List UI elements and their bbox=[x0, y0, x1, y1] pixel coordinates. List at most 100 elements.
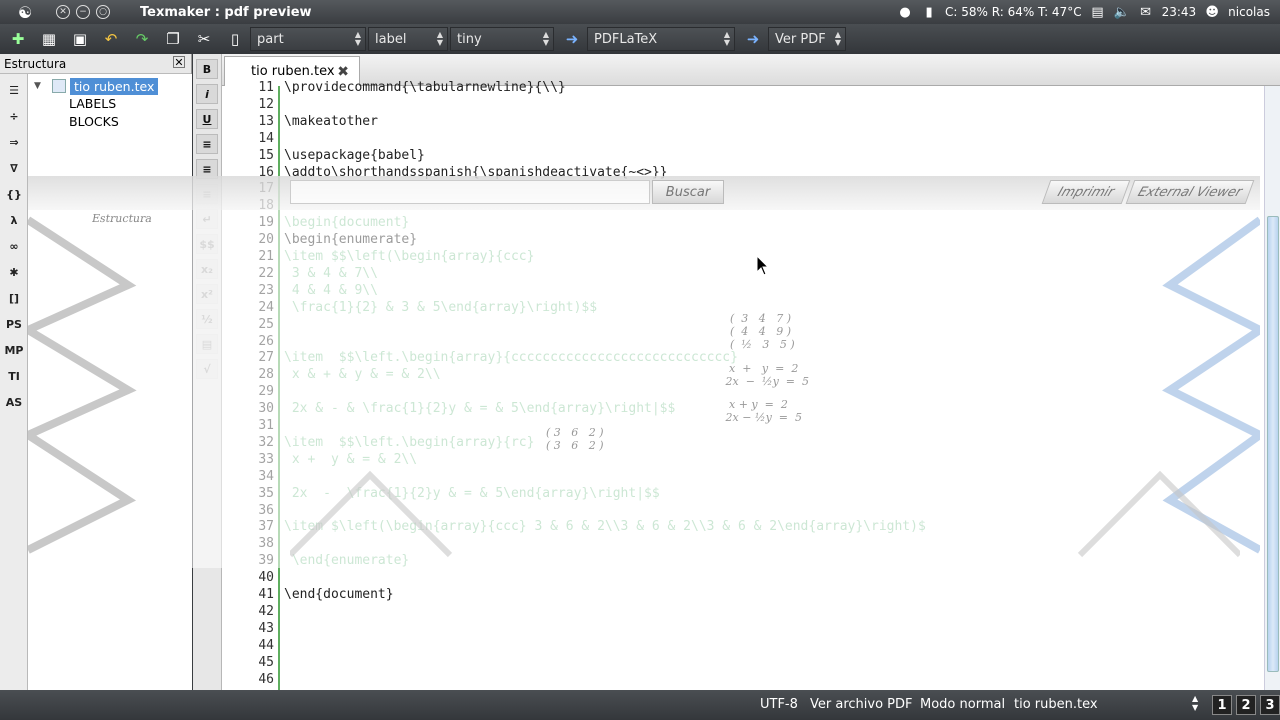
line-number: 46 bbox=[258, 671, 274, 687]
run-arrow-icon[interactable]: ➜ bbox=[559, 27, 585, 51]
code-line[interactable]: x + y & = & 2\\ bbox=[284, 452, 417, 467]
code-line[interactable]: \frac{1}{2} & 3 & 5\end{array}\right)$$ bbox=[284, 300, 597, 315]
code-line[interactable]: \providecommand{\tabularnewline}{\\} bbox=[284, 80, 566, 95]
tree-item-blocks[interactable]: BLOCKS bbox=[28, 113, 192, 131]
vertical-scrollbar[interactable] bbox=[1264, 86, 1280, 690]
current-file-status[interactable]: tio ruben.tex bbox=[1014, 697, 1098, 712]
new-file-icon[interactable]: ✚ bbox=[5, 27, 31, 51]
view-arrow-icon[interactable]: ➜ bbox=[740, 27, 766, 51]
paste-icon[interactable]: ▯ bbox=[222, 27, 248, 51]
undo-icon[interactable]: ↶ bbox=[98, 27, 124, 51]
external-viewer-ghost-button: External Viewer bbox=[1125, 180, 1255, 204]
compiler-select[interactable]: PDFLaTeX ▲ ▼ bbox=[587, 27, 735, 51]
battery-icon[interactable]: ▮ bbox=[921, 4, 937, 20]
view-2-button[interactable]: 2 bbox=[1236, 695, 1256, 715]
inline-math-icon[interactable]: $$ bbox=[196, 234, 218, 254]
view-1-button[interactable]: 1 bbox=[1212, 695, 1232, 715]
viewer-select[interactable]: Ver PDF ▲ ▼ bbox=[768, 27, 846, 51]
code-line[interactable]: \item $$\left.\begin{array}{rc} bbox=[284, 435, 534, 450]
search-ghost-button: Buscar bbox=[652, 180, 724, 204]
line-number: 14 bbox=[258, 130, 274, 146]
misc-symbols-icon[interactable]: ∇ bbox=[4, 158, 24, 178]
code-line[interactable]: \begin{enumerate} bbox=[284, 232, 417, 247]
view-3-button[interactable]: 3 bbox=[1260, 695, 1280, 715]
line-number: 12 bbox=[258, 96, 274, 112]
arrow-symbols-icon[interactable]: ⇒ bbox=[4, 132, 24, 152]
tree-root-item[interactable]: ▼ tio ruben.tex bbox=[28, 77, 192, 95]
size-select[interactable]: tiny ▲ ▼ bbox=[450, 27, 554, 51]
greek-letters-icon[interactable]: λ bbox=[4, 210, 24, 230]
line-number: 41 bbox=[258, 587, 274, 602]
close-panel-icon[interactable]: ✕ bbox=[173, 56, 185, 68]
pdf-system-preview-1: x + y = 2 2x − ½y = 5 bbox=[725, 362, 809, 388]
tree-item-labels[interactable]: LABELS bbox=[28, 95, 192, 113]
user-icon[interactable]: ☻ bbox=[1204, 4, 1220, 20]
metapost-icon[interactable]: MP bbox=[4, 340, 24, 360]
code-line[interactable]: 4 & 4 & 9\\ bbox=[284, 283, 378, 298]
network-icon[interactable]: ● bbox=[897, 4, 913, 20]
sectioning-select[interactable]: part ▲ ▼ bbox=[250, 27, 366, 51]
line-number: 30 bbox=[258, 401, 274, 417]
left-right-delims-icon[interactable]: [] bbox=[4, 288, 24, 308]
references-select[interactable]: label ▲ ▼ bbox=[368, 27, 448, 51]
format-toolbar: B i U ≡ ≡ ≡ ↵ $$ x₂ x² ½ ▤ √ bbox=[193, 54, 222, 690]
maximize-window-icon[interactable]: ○ bbox=[96, 5, 110, 19]
newline-icon[interactable]: ↵ bbox=[196, 209, 218, 229]
superscript-icon[interactable]: x² bbox=[196, 284, 218, 304]
clipboard-icon[interactable]: ▤ bbox=[1090, 4, 1106, 20]
scrollbar-thumb[interactable] bbox=[1267, 216, 1279, 672]
code-line[interactable]: 3 & 4 & 7\\ bbox=[284, 266, 378, 281]
code-line[interactable]: x & + & y & = & 2\\ bbox=[284, 367, 441, 382]
star-symbols-icon[interactable]: ✱ bbox=[4, 262, 24, 282]
code-line[interactable]: \begin{document} bbox=[284, 215, 409, 230]
minimize-window-icon[interactable]: − bbox=[76, 5, 90, 19]
code-line[interactable]: \item $\left(\begin{array}{ccc} 3 & 6 & … bbox=[284, 519, 926, 534]
user-name[interactable]: nicolas bbox=[1228, 5, 1270, 19]
open-file-icon[interactable]: ▦ bbox=[36, 27, 62, 51]
sqrt-icon[interactable]: √ bbox=[196, 359, 218, 379]
asymptote-icon[interactable]: AS bbox=[4, 392, 24, 412]
view-pdf-status[interactable]: Ver archivo PDF bbox=[810, 697, 913, 712]
pdf-search-ghost-input bbox=[290, 180, 650, 204]
special-symbols-icon[interactable]: ∞ bbox=[4, 236, 24, 256]
fraction-icon[interactable]: ½ bbox=[196, 309, 218, 329]
relation-symbols-icon[interactable]: ÷ bbox=[4, 106, 24, 126]
delimiters-icon[interactable]: {} bbox=[4, 184, 24, 204]
line-number: 29 bbox=[258, 384, 274, 400]
save-icon[interactable]: ▣ bbox=[67, 27, 93, 51]
code-line[interactable]: \makeatother bbox=[284, 114, 378, 129]
tikz-icon[interactable]: TI bbox=[4, 366, 24, 386]
redo-icon[interactable]: ↷ bbox=[129, 27, 155, 51]
pstricks-icon[interactable]: PS bbox=[4, 314, 24, 334]
code-line[interactable]: \end{document} bbox=[284, 587, 394, 602]
size-select-value: tiny bbox=[457, 31, 482, 47]
close-tab-icon[interactable]: ✖ bbox=[337, 64, 349, 80]
copy-icon[interactable]: ❐ bbox=[160, 27, 186, 51]
pdf-matrix-preview-2: ( 3 6 2 ) ( 3 6 2 ) bbox=[546, 426, 604, 452]
code-line[interactable]: \item $$\left.\begin{array}{cccccccccccc… bbox=[284, 350, 738, 365]
mail-icon[interactable]: ✉ bbox=[1138, 4, 1154, 20]
subscript-icon[interactable]: x₂ bbox=[196, 259, 218, 279]
display-math-icon[interactable]: ▤ bbox=[196, 334, 218, 354]
code-line[interactable]: \end{enumerate} bbox=[284, 553, 409, 568]
bold-icon[interactable]: B bbox=[196, 59, 218, 79]
close-window-icon[interactable]: ✕ bbox=[56, 5, 70, 19]
underline-icon[interactable]: U bbox=[196, 109, 218, 129]
code-line[interactable]: 2x - \frac{1}{2}y & = & 5\end{array}\rig… bbox=[284, 486, 660, 501]
expand-triangle-icon[interactable]: ▼ bbox=[34, 81, 46, 91]
structure-view-icon[interactable]: ☰ bbox=[4, 80, 24, 100]
file-select-chevron-icon[interactable]: ▲ ▼ bbox=[1192, 694, 1198, 712]
encoding-status: UTF-8 bbox=[760, 697, 798, 712]
window-titlebar: ☯ ✕ − ○ Texmaker : pdf preview ● ▮ C: 58… bbox=[0, 0, 1280, 24]
code-line[interactable]: \usepackage{babel} bbox=[284, 148, 425, 163]
line-number: 32 bbox=[258, 434, 274, 450]
app-menu-icon[interactable]: ☯ bbox=[14, 1, 36, 23]
code-line[interactable]: 2x & - & \frac{1}{2}y & = & 5\end{array}… bbox=[284, 401, 676, 416]
align-left-icon[interactable]: ≡ bbox=[196, 134, 218, 154]
print-ghost-button: Imprimir bbox=[1041, 180, 1131, 204]
volume-icon[interactable]: 🔈 bbox=[1113, 4, 1129, 20]
line-number: 25 bbox=[258, 316, 274, 332]
italic-icon[interactable]: i bbox=[196, 84, 218, 104]
cut-icon[interactable]: ✂ bbox=[191, 27, 217, 51]
code-line[interactable]: \item $$\left(\begin{array}{ccc} bbox=[284, 249, 534, 264]
